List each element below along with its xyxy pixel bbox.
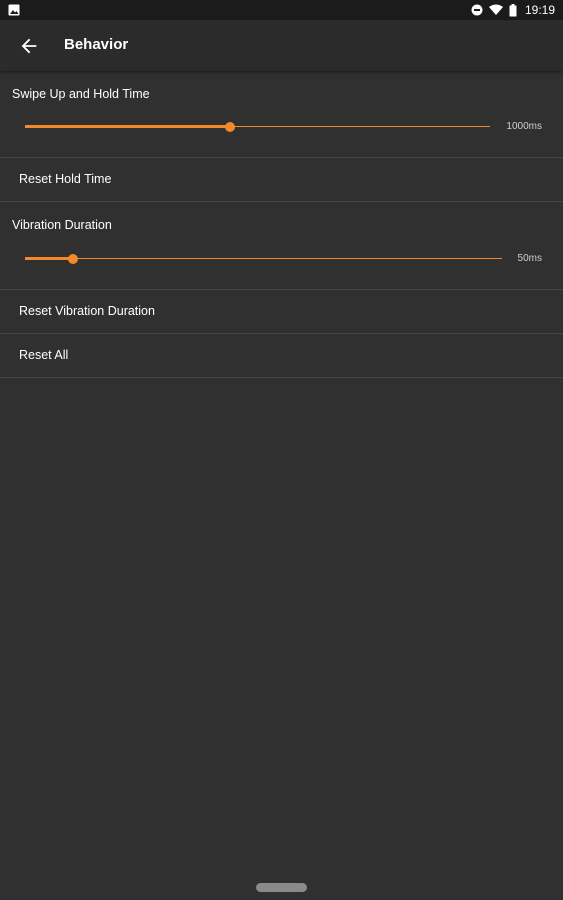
vibration-preference: Vibration Duration 50ms xyxy=(0,202,563,290)
image-notification-icon xyxy=(8,4,20,16)
do-not-disturb-icon xyxy=(471,4,483,16)
hold-time-preference: Swipe Up and Hold Time 1000ms xyxy=(0,72,563,158)
reset-vibration-label: Reset Vibration Duration xyxy=(19,304,155,318)
vibration-label: Vibration Duration xyxy=(12,218,112,232)
hold-time-slider[interactable] xyxy=(25,119,490,135)
status-clock: 19:19 xyxy=(524,3,555,17)
app-bar: Behavior xyxy=(0,20,563,71)
reset-hold-time-label: Reset Hold Time xyxy=(19,172,112,186)
reset-all-label: Reset All xyxy=(19,348,69,362)
vibration-thumb[interactable] xyxy=(68,254,78,264)
hold-time-value: 1000ms xyxy=(506,121,542,132)
status-bar: 19:19 xyxy=(0,0,563,20)
settings-list: Swipe Up and Hold Time 1000ms Reset Hold… xyxy=(0,72,563,378)
reset-vibration-button[interactable]: Reset Vibration Duration xyxy=(0,290,563,334)
vibration-track xyxy=(25,258,502,259)
wifi-icon xyxy=(488,4,503,15)
vibration-value: 50ms xyxy=(517,253,542,264)
home-gesture-pill[interactable] xyxy=(256,883,307,892)
vibration-slider[interactable] xyxy=(25,251,502,267)
status-icons: 19:19 xyxy=(471,0,555,20)
hold-time-fill xyxy=(25,125,230,128)
vibration-fill xyxy=(25,257,73,260)
battery-icon xyxy=(509,3,517,16)
reset-all-button[interactable]: Reset All xyxy=(0,334,563,378)
hold-time-label: Swipe Up and Hold Time xyxy=(12,87,150,101)
hold-time-thumb[interactable] xyxy=(225,122,235,132)
reset-hold-time-button[interactable]: Reset Hold Time xyxy=(0,158,563,202)
arrow-back-icon[interactable] xyxy=(18,35,40,57)
page-title: Behavior xyxy=(64,36,129,53)
